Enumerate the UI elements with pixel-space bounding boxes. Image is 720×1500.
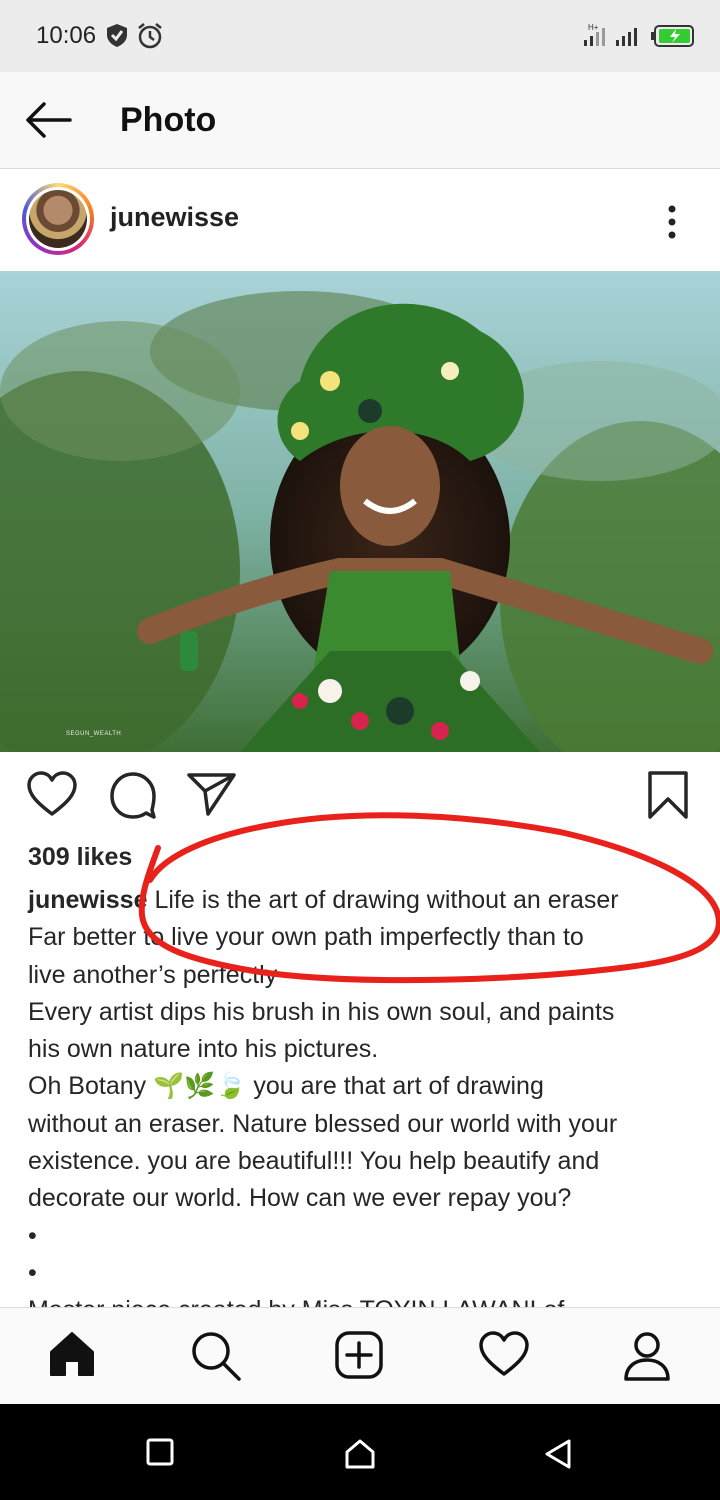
- home-house-icon[interactable]: [344, 1438, 376, 1475]
- caption-line: Every artist dips his brush in his own s…: [28, 997, 615, 1026]
- post-caption: junewisse Life is the art of drawing wit…: [28, 882, 698, 1330]
- app-bar: Photo: [0, 72, 720, 169]
- back-triangle-icon[interactable]: [544, 1438, 572, 1475]
- alarm-icon: [136, 22, 164, 55]
- battery-charging-icon: [650, 24, 696, 53]
- post-photo[interactable]: SEGUN_WEALTH: [0, 271, 720, 752]
- signal-icon: [614, 22, 644, 53]
- status-bar: 10:06 H+: [0, 0, 720, 72]
- caption-line: •: [28, 1221, 37, 1250]
- caption-line: Oh Botany 🌱🌿🍃 you are that art of drawin…: [28, 1072, 544, 1101]
- status-time: 10:06: [36, 22, 97, 49]
- caption-line: Far better to live your own path imperfe…: [28, 923, 584, 952]
- heart-icon[interactable]: [26, 770, 78, 823]
- caption-line: •: [28, 1258, 37, 1287]
- bottom-nav: [0, 1307, 720, 1405]
- caption-line: decorate our world. How can we ever repa…: [28, 1184, 572, 1213]
- caption-line: his own nature into his pictures.: [28, 1035, 379, 1064]
- caption-line: without an eraser. Nature blessed our wo…: [28, 1109, 618, 1138]
- profile-icon[interactable]: [622, 1330, 672, 1387]
- home-icon[interactable]: [48, 1330, 96, 1383]
- comment-icon[interactable]: [108, 770, 158, 825]
- caption-line: live another’s perfectly: [28, 960, 278, 989]
- signal-h-plus-icon: H+: [582, 22, 612, 53]
- avatar[interactable]: [22, 183, 94, 255]
- post-header: junewisse: [0, 169, 720, 271]
- search-icon[interactable]: [190, 1330, 242, 1387]
- likes-count[interactable]: 309 likes: [28, 843, 132, 872]
- system-nav-bar: [0, 1404, 720, 1500]
- recents-square-icon[interactable]: [146, 1438, 174, 1471]
- post-actions: [0, 752, 720, 842]
- caption-line: Life is the art of drawing without an er…: [147, 886, 619, 914]
- activity-heart-icon[interactable]: [478, 1330, 530, 1383]
- share-icon[interactable]: [186, 770, 238, 823]
- post-username[interactable]: junewisse: [110, 202, 239, 233]
- photo-watermark: SEGUN_WEALTH: [66, 731, 122, 737]
- arrow-left-icon[interactable]: [22, 98, 74, 147]
- svg-text:H+: H+: [588, 23, 599, 32]
- shield-check-icon: [104, 22, 130, 53]
- bookmark-icon[interactable]: [646, 770, 690, 825]
- caption-username[interactable]: junewisse: [28, 886, 148, 914]
- more-vertical-icon[interactable]: [660, 203, 684, 248]
- add-post-icon[interactable]: [334, 1330, 384, 1385]
- caption-line: existence. you are beautiful!!! You help…: [28, 1147, 600, 1176]
- page-title: Photo: [120, 101, 217, 139]
